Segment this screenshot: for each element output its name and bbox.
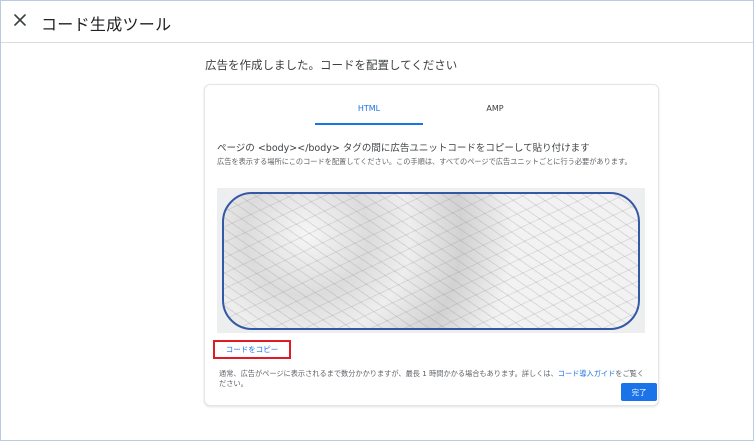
main-content: 広告を作成しました。コードを配置してください HTML AMP ページの <bo… <box>1 43 753 440</box>
page-title: コード生成ツール <box>41 15 172 34</box>
close-icon <box>14 14 26 26</box>
description-text: 広告を表示する場所にこのコードを配置してください。この手順は、すべてのページで広… <box>217 157 632 166</box>
tab-selected-indicator <box>315 123 423 125</box>
copy-code-button[interactable]: コードをコピー <box>213 340 291 359</box>
note-body: 通常、広告がページに表示されるまで数分かかりますが、最長 1 時間かかる場合もあ… <box>219 369 558 378</box>
tab-amp[interactable]: AMP <box>441 104 549 113</box>
tab-html[interactable]: HTML <box>315 104 423 113</box>
close-button[interactable] <box>9 9 31 31</box>
top-bar: コード生成ツール <box>1 1 753 43</box>
done-button[interactable]: 完了 <box>621 383 657 401</box>
dialog-window: コード生成ツール 広告を作成しました。コードを配置してください HTML AMP… <box>0 0 754 441</box>
tab-bar: HTML AMP <box>205 85 658 125</box>
code-card: HTML AMP ページの <body></body> タグの間に広告ユニットコ… <box>204 84 659 406</box>
code-snippet-area[interactable] <box>217 188 645 333</box>
code-guide-link[interactable]: コード導入ガイド <box>558 369 616 378</box>
note-text: 通常、広告がページに表示されるまで数分かかりますが、最長 1 時間かかる場合もあ… <box>219 369 647 389</box>
code-snippet-preview <box>222 192 640 330</box>
section-heading: 広告を作成しました。コードを配置してください <box>205 58 458 72</box>
instruction-text: ページの <body></body> タグの間に広告ユニットコードをコピーして貼… <box>217 143 590 154</box>
